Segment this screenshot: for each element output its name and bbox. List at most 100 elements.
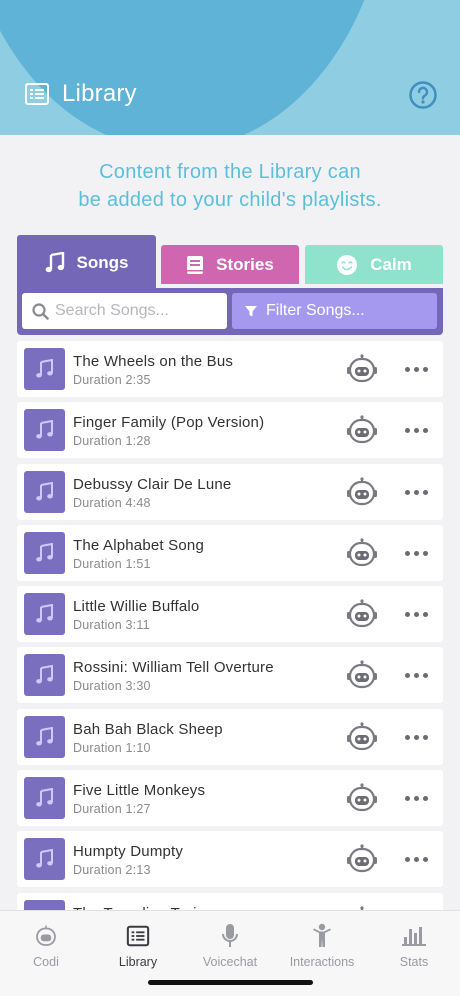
- list-item[interactable]: Bah Bah Black Sheep Duration 1:10: [17, 708, 443, 765]
- intro-line-2: be added to your child's playlists.: [78, 189, 382, 211]
- intro-line-1: Content from the Library can: [99, 161, 361, 183]
- song-list: The Wheels on the Bus Duration 2:35 Fing…: [17, 341, 443, 954]
- song-duration: Duration 1:51: [73, 556, 151, 571]
- more-options-icon[interactable]: [405, 367, 428, 372]
- music-note-icon: [35, 359, 53, 378]
- song-title: Five Little Monkeys: [73, 782, 206, 800]
- intro-text: Content from the Library can be added to…: [0, 158, 460, 214]
- song-thumbnail: [24, 593, 65, 636]
- song-duration: Duration 2:35: [73, 373, 151, 387]
- robot-icon[interactable]: [346, 415, 378, 445]
- more-options-icon[interactable]: [405, 612, 428, 618]
- music-note-icon: [35, 665, 53, 684]
- filter-icon: [245, 306, 257, 317]
- more-options-icon[interactable]: [405, 428, 428, 434]
- home-indicator: [148, 980, 313, 985]
- song-thumbnail: [24, 409, 65, 452]
- nav-item-voicechat[interactable]: Voicechat: [184, 923, 276, 969]
- more-options-icon[interactable]: [405, 734, 428, 740]
- list-item[interactable]: Rossini: William Tell Overture Duration …: [17, 647, 443, 704]
- search-icon: [32, 302, 49, 320]
- robot-icon[interactable]: [346, 476, 378, 507]
- nav-item-codi[interactable]: Codi: [0, 923, 92, 969]
- tab-calm-label: Calm: [370, 254, 412, 274]
- robot-icon[interactable]: [346, 783, 378, 813]
- robot-icon[interactable]: [346, 660, 378, 690]
- smile-icon: [337, 254, 358, 275]
- microphone-icon: [222, 924, 238, 947]
- list-icon: [126, 925, 150, 947]
- music-note-icon: [35, 726, 53, 746]
- song-duration: Duration 1:28: [73, 434, 151, 449]
- header-wave-decoration: [0, 0, 390, 135]
- tab-calm[interactable]: Calm: [305, 245, 443, 284]
- music-note-icon: [35, 788, 53, 807]
- nav-item-library[interactable]: Library: [92, 923, 184, 969]
- filter-button-label: Filter Songs...: [266, 302, 365, 319]
- tab-songs-label: Songs: [76, 252, 129, 272]
- song-title: Bah Bah Black Sheep: [73, 720, 223, 738]
- nav-item-stats[interactable]: Stats: [368, 923, 460, 969]
- song-thumbnail: [24, 531, 65, 574]
- page-title: Library: [62, 80, 137, 107]
- song-thumbnail: [24, 348, 65, 390]
- music-note-icon: [35, 420, 53, 439]
- song-duration: Duration 2:13: [73, 863, 151, 878]
- robot-icon[interactable]: [346, 354, 378, 384]
- song-thumbnail: [24, 777, 65, 820]
- robot-icon[interactable]: [346, 844, 378, 874]
- song-title: Rossini: William Tell Overture: [73, 659, 274, 677]
- nav-label-voicechat: Voicechat: [202, 955, 258, 969]
- header-title-group: Library: [24, 80, 137, 108]
- search-input[interactable]: [55, 302, 215, 320]
- tab-stories[interactable]: Stories: [161, 245, 299, 284]
- more-options-icon[interactable]: [405, 550, 428, 556]
- list-item[interactable]: Humpty Dumpty Duration 2:13: [17, 831, 443, 888]
- list-item[interactable]: The Alphabet Song Duration 1:51: [17, 524, 443, 581]
- more-options-icon[interactable]: [405, 489, 428, 495]
- song-duration: Duration 1:27: [73, 802, 151, 817]
- song-duration: Duration 3:30: [73, 679, 151, 694]
- list-item[interactable]: Finger Family (Pop Version) Duration 1:2…: [17, 402, 443, 459]
- list-item[interactable]: Five Little Monkeys Duration 1:27: [17, 770, 443, 827]
- song-thumbnail: [24, 470, 65, 513]
- more-options-icon[interactable]: [405, 796, 428, 802]
- music-note-icon: [45, 251, 64, 272]
- song-duration: Duration 1:10: [73, 740, 151, 755]
- search-field[interactable]: [22, 293, 227, 329]
- bar-chart-icon: [402, 927, 426, 946]
- nav-label-stats: Stats: [399, 955, 429, 969]
- nav-label-interactions: Interactions: [289, 955, 355, 969]
- search-bar: Filter Songs...: [17, 288, 443, 335]
- nav-item-interactions[interactable]: Interactions: [276, 923, 368, 969]
- song-title: The Alphabet Song: [73, 536, 205, 554]
- nav-label-library: Library: [118, 955, 158, 969]
- header: Library: [0, 0, 460, 135]
- list-item[interactable]: Debussy Clair De Lune Duration 4:48: [17, 463, 443, 520]
- song-thumbnail: [24, 838, 65, 881]
- robot-icon[interactable]: [346, 538, 378, 568]
- robot-icon: [36, 925, 56, 946]
- list-item[interactable]: Little Willie Buffalo Duration 3:11: [17, 586, 443, 643]
- music-note-icon: [35, 542, 53, 562]
- music-note-icon: [35, 604, 53, 623]
- song-thumbnail: [24, 715, 65, 758]
- robot-icon[interactable]: [346, 599, 378, 629]
- tab-songs[interactable]: Songs: [17, 235, 156, 290]
- tab-stories-label: Stories: [216, 254, 274, 274]
- song-title: The Wheels on the Bus: [73, 353, 234, 370]
- filter-button[interactable]: Filter Songs...: [232, 293, 437, 329]
- more-options-icon[interactable]: [405, 673, 428, 679]
- list-item[interactable]: The Wheels on the Bus Duration 2:35: [17, 341, 443, 397]
- song-duration: Duration 4:48: [73, 495, 151, 510]
- more-options-icon[interactable]: [405, 857, 428, 863]
- question-circle-icon[interactable]: [408, 80, 438, 110]
- book-icon: [187, 255, 204, 274]
- music-note-icon: [35, 481, 53, 501]
- person-icon: [313, 923, 331, 947]
- music-note-icon: [35, 849, 53, 868]
- song-thumbnail: [24, 654, 65, 697]
- song-duration: Duration 3:11: [73, 618, 150, 633]
- robot-icon[interactable]: [346, 722, 378, 752]
- song-title: Debussy Clair De Lune: [73, 475, 232, 493]
